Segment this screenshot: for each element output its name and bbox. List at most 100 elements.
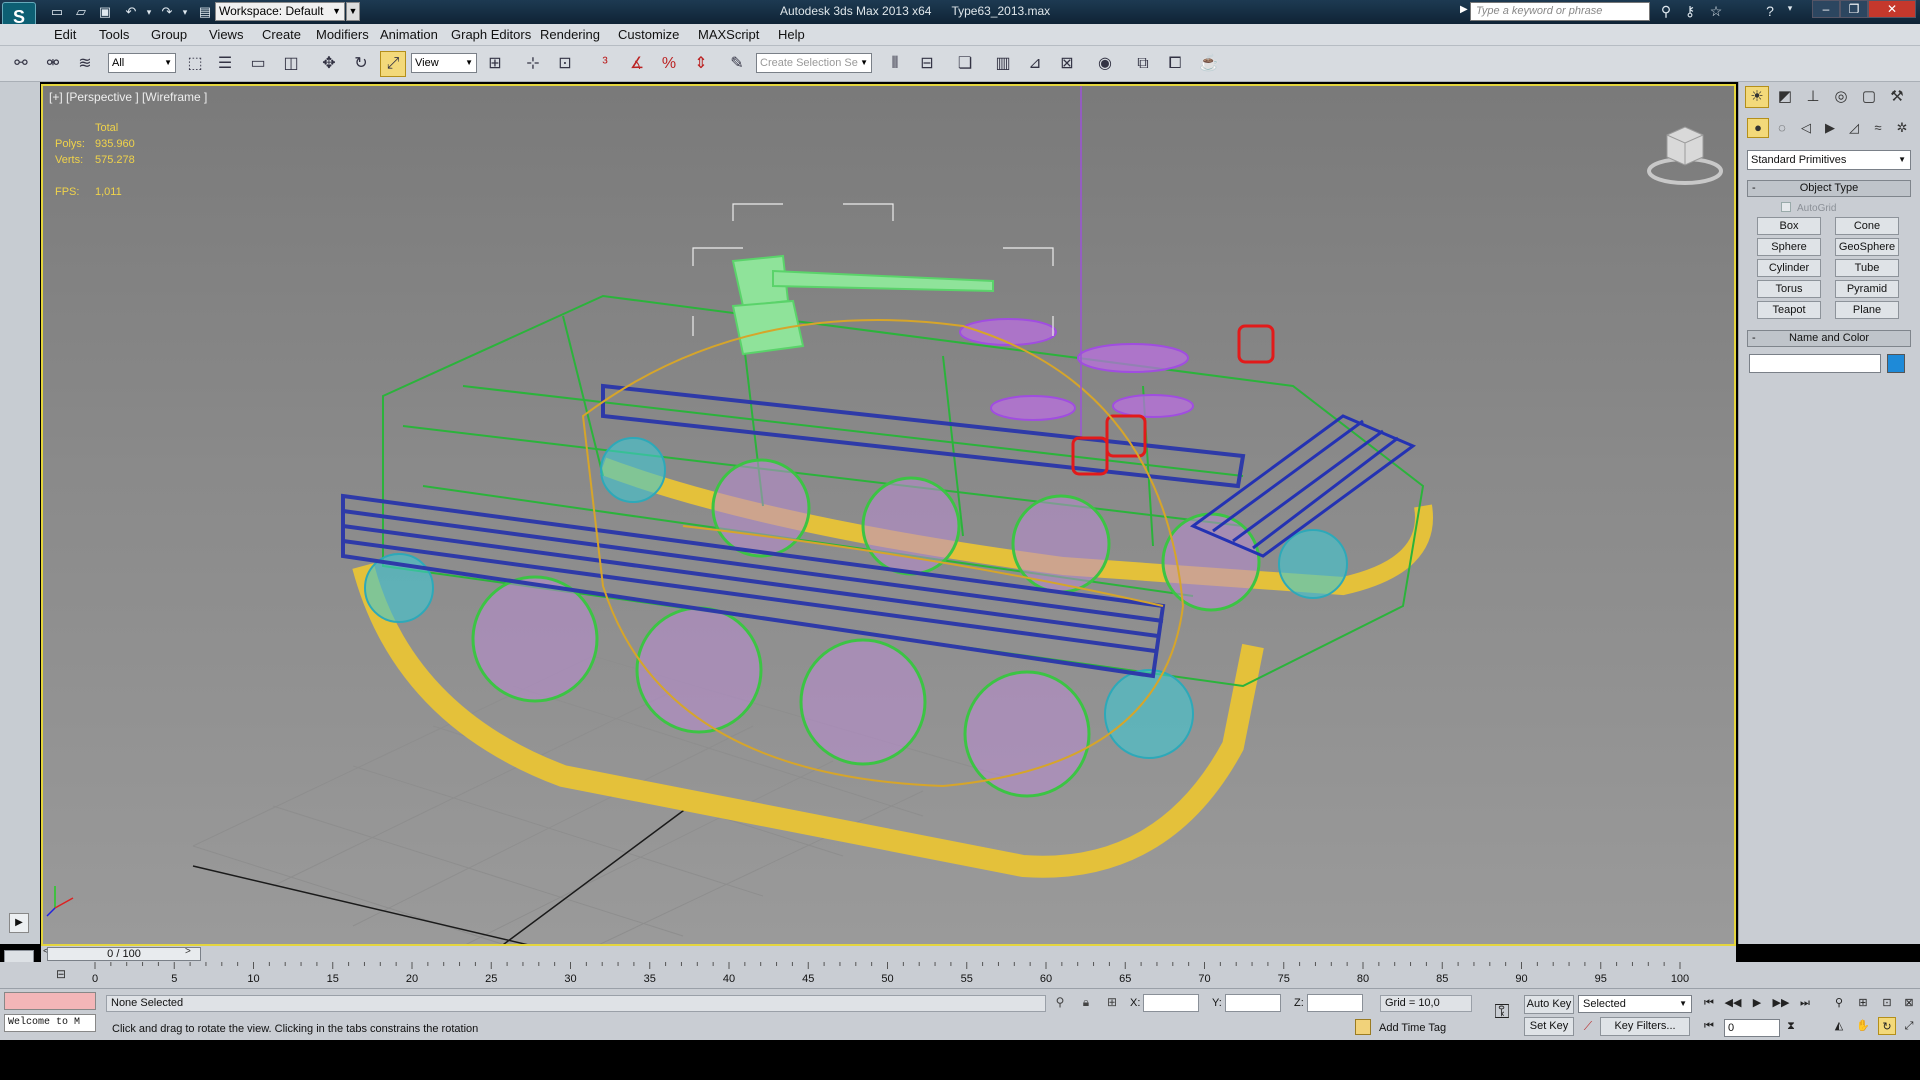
- keyboard-shortcut-override-icon[interactable]: ⊡: [552, 51, 578, 77]
- render-setup-icon[interactable]: ⧉: [1130, 51, 1156, 77]
- next-frame-icon[interactable]: ▶▶: [1772, 994, 1790, 1012]
- subscription-icon[interactable]: ⚷: [1680, 3, 1700, 21]
- select-and-scale-icon[interactable]: ⤢: [380, 51, 406, 77]
- menu-rendering[interactable]: Rendering: [540, 27, 600, 42]
- play-animation-icon[interactable]: ▶: [1748, 994, 1766, 1012]
- auto-key-button[interactable]: Auto Key: [1524, 995, 1574, 1014]
- create-tab-icon[interactable]: ☀: [1745, 86, 1769, 108]
- select-and-rotate-icon[interactable]: ↻: [348, 51, 374, 77]
- spinner-snap-icon[interactable]: ⇕: [688, 51, 714, 77]
- curve-editor-icon[interactable]: ⊿: [1022, 51, 1048, 77]
- go-to-start-icon[interactable]: ⏮: [1700, 994, 1718, 1012]
- help-icon[interactable]: ?: [1760, 3, 1780, 21]
- menu-views[interactable]: Views: [209, 27, 243, 42]
- graphite-toolbox-icon[interactable]: ▥: [990, 51, 1016, 77]
- zoom-all-icon[interactable]: ⊞: [1854, 994, 1872, 1012]
- render-production-icon[interactable]: ☕: [1196, 51, 1222, 77]
- pan-view-icon[interactable]: ✋: [1854, 1017, 1872, 1035]
- menu-modifiers[interactable]: Modifiers: [316, 27, 369, 42]
- motion-tab-icon[interactable]: ◎: [1829, 86, 1853, 108]
- zoom-extents-all-icon[interactable]: ⊠: [1900, 994, 1918, 1012]
- torus-button[interactable]: Torus: [1757, 280, 1821, 298]
- quick-access-menu-icon[interactable]: ▼: [346, 2, 360, 21]
- select-and-manipulate-icon[interactable]: ⊹: [520, 51, 546, 77]
- geosphere-button[interactable]: GeoSphere: [1835, 238, 1899, 256]
- isolate-selection-icon[interactable]: ⚲: [1052, 995, 1068, 1011]
- material-editor-icon[interactable]: ◉: [1092, 51, 1118, 77]
- undo-dropdown-icon[interactable]: ▾: [140, 3, 158, 21]
- layer-manager-icon[interactable]: ❏: [952, 51, 978, 77]
- maxscript-listener-output[interactable]: [4, 992, 96, 1010]
- rectangular-selection-icon[interactable]: ▭: [245, 51, 271, 77]
- primitive-category-dropdown[interactable]: Standard Primitives ▼: [1747, 150, 1911, 170]
- box-button[interactable]: Box: [1757, 217, 1821, 235]
- mirror-icon[interactable]: ⫴: [882, 51, 908, 77]
- unlink-icon[interactable]: ⚮: [40, 51, 66, 77]
- zoom-icon[interactable]: ⚲: [1830, 994, 1848, 1012]
- set-keys-key-icon[interactable]: ⚿: [1488, 1001, 1516, 1025]
- hierarchy-tab-icon[interactable]: ⊥: [1801, 86, 1825, 108]
- previous-frame-icon[interactable]: ◀◀: [1724, 994, 1742, 1012]
- named-selection-set-dropdown[interactable]: Create Selection Se ▼: [756, 53, 872, 73]
- add-time-tag-button[interactable]: Add Time Tag: [1355, 1019, 1446, 1035]
- maximize-button[interactable]: ❐: [1840, 0, 1868, 18]
- geometry-icon[interactable]: ●: [1747, 118, 1769, 138]
- align-icon[interactable]: ⊟: [914, 51, 940, 77]
- menu-customize[interactable]: Customize: [618, 27, 679, 42]
- menu-create[interactable]: Create: [262, 27, 301, 42]
- set-key-button[interactable]: Set Key: [1524, 1017, 1574, 1036]
- viewcube-icon[interactable]: [1645, 119, 1725, 189]
- schematic-view-icon[interactable]: ⊠: [1054, 51, 1080, 77]
- key-filters-button[interactable]: Key Filters...: [1600, 1017, 1690, 1036]
- expand-search-icon[interactable]: ▶: [1460, 4, 1468, 15]
- cameras-icon[interactable]: ▶: [1819, 118, 1841, 138]
- favorites-star-icon[interactable]: ☆: [1706, 3, 1726, 21]
- y-coordinate-field[interactable]: [1225, 994, 1281, 1012]
- minimize-button[interactable]: –: [1812, 0, 1840, 18]
- new-file-icon[interactable]: ▭: [48, 3, 66, 21]
- pivot-center-icon[interactable]: ⊞: [482, 51, 508, 77]
- mini-curve-editor-icon[interactable]: ⊟: [50, 967, 72, 983]
- expand-viewport-icon[interactable]: ▶: [9, 913, 29, 933]
- orbit-icon[interactable]: ↻: [1878, 1017, 1896, 1035]
- menu-graph-editors[interactable]: Graph Editors: [451, 27, 531, 42]
- maximize-viewport-toggle-icon[interactable]: ⤢: [1900, 1017, 1918, 1035]
- name-and-color-rollout[interactable]: - Name and Color: [1747, 330, 1911, 347]
- close-button[interactable]: ✕: [1868, 0, 1916, 18]
- default-in-out-tangents-icon[interactable]: ⟋: [1580, 1019, 1596, 1035]
- time-slider[interactable]: 0 / 100: [47, 947, 201, 961]
- time-configuration-icon[interactable]: ⧗: [1782, 1017, 1800, 1035]
- select-and-link-icon[interactable]: ⚯: [8, 51, 34, 77]
- current-frame-field[interactable]: 0: [1724, 1019, 1780, 1037]
- angle-snap-icon[interactable]: ∡: [624, 51, 650, 77]
- field-of-view-icon[interactable]: ◭: [1830, 1017, 1848, 1035]
- menu-help[interactable]: Help: [778, 27, 805, 42]
- tube-button[interactable]: Tube: [1835, 259, 1899, 277]
- z-coordinate-field[interactable]: [1307, 994, 1363, 1012]
- systems-icon[interactable]: ✲: [1891, 118, 1913, 138]
- autogrid-checkbox[interactable]: AutoGrid: [1781, 202, 1836, 214]
- object-color-swatch[interactable]: [1887, 354, 1905, 373]
- time-slider-next-icon[interactable]: >: [185, 946, 191, 957]
- binoculars-icon[interactable]: ⚲: [1656, 3, 1676, 21]
- reference-coordinate-dropdown[interactable]: View ▼: [411, 53, 477, 73]
- shapes-icon[interactable]: ◌: [1771, 118, 1793, 138]
- sphere-button[interactable]: Sphere: [1757, 238, 1821, 256]
- space-warps-icon[interactable]: ≈: [1867, 118, 1889, 138]
- rendered-frame-window-icon[interactable]: ⧠: [1162, 51, 1188, 77]
- object-name-field[interactable]: [1749, 354, 1881, 373]
- object-type-rollout[interactable]: - Object Type: [1747, 180, 1911, 197]
- select-by-name-icon[interactable]: ☰: [212, 51, 238, 77]
- cone-button[interactable]: Cone: [1835, 217, 1899, 235]
- percent-snap-icon[interactable]: %: [656, 51, 682, 77]
- perspective-viewport[interactable]: [+] [Perspective ] [Wireframe ] Total Po…: [41, 84, 1736, 946]
- modify-tab-icon[interactable]: ◩: [1773, 86, 1797, 108]
- menu-group[interactable]: Group: [151, 27, 187, 42]
- key-mode-dropdown[interactable]: Selected ▼: [1578, 995, 1692, 1013]
- lights-icon[interactable]: ◁: [1795, 118, 1817, 138]
- search-input[interactable]: Type a keyword or phrase: [1470, 2, 1650, 21]
- help-dropdown-icon[interactable]: ▾: [1780, 3, 1800, 21]
- snaps-toggle-icon[interactable]: ³: [592, 51, 618, 77]
- selection-lock-icon[interactable]: 🔒︎: [1078, 995, 1094, 1011]
- track-bar[interactable]: ⊟ 0 5 10 15 20 25 30 35 40 45 50 55 60 65 70 75 80 85 90 95…: [0, 962, 1920, 988]
